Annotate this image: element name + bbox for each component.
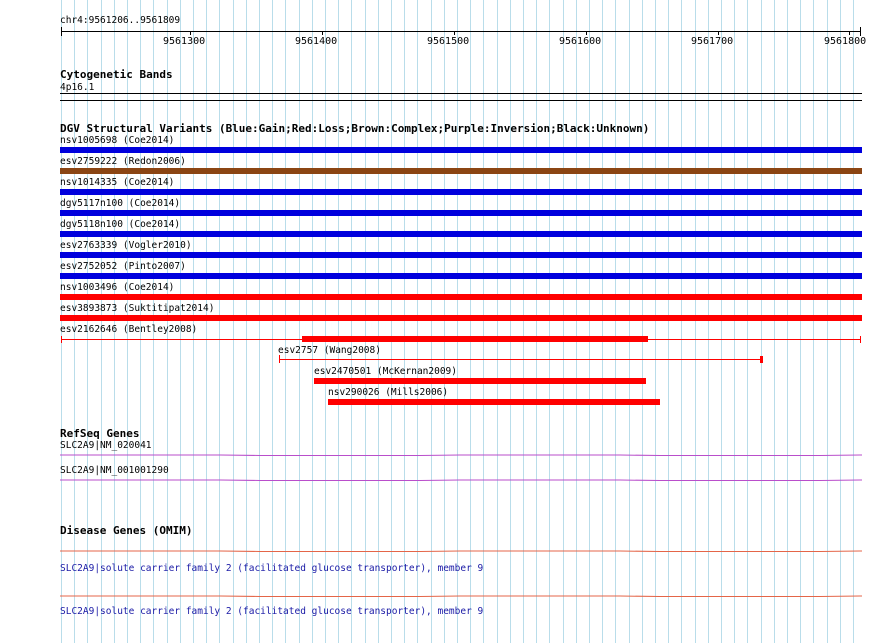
gene-lines-layer <box>60 454 862 597</box>
omim-gene-line[interactable] <box>60 595 862 597</box>
omim-gene-line[interactable] <box>60 550 862 552</box>
gene-model-line[interactable] <box>60 454 862 456</box>
gene-model-line[interactable] <box>60 479 862 481</box>
